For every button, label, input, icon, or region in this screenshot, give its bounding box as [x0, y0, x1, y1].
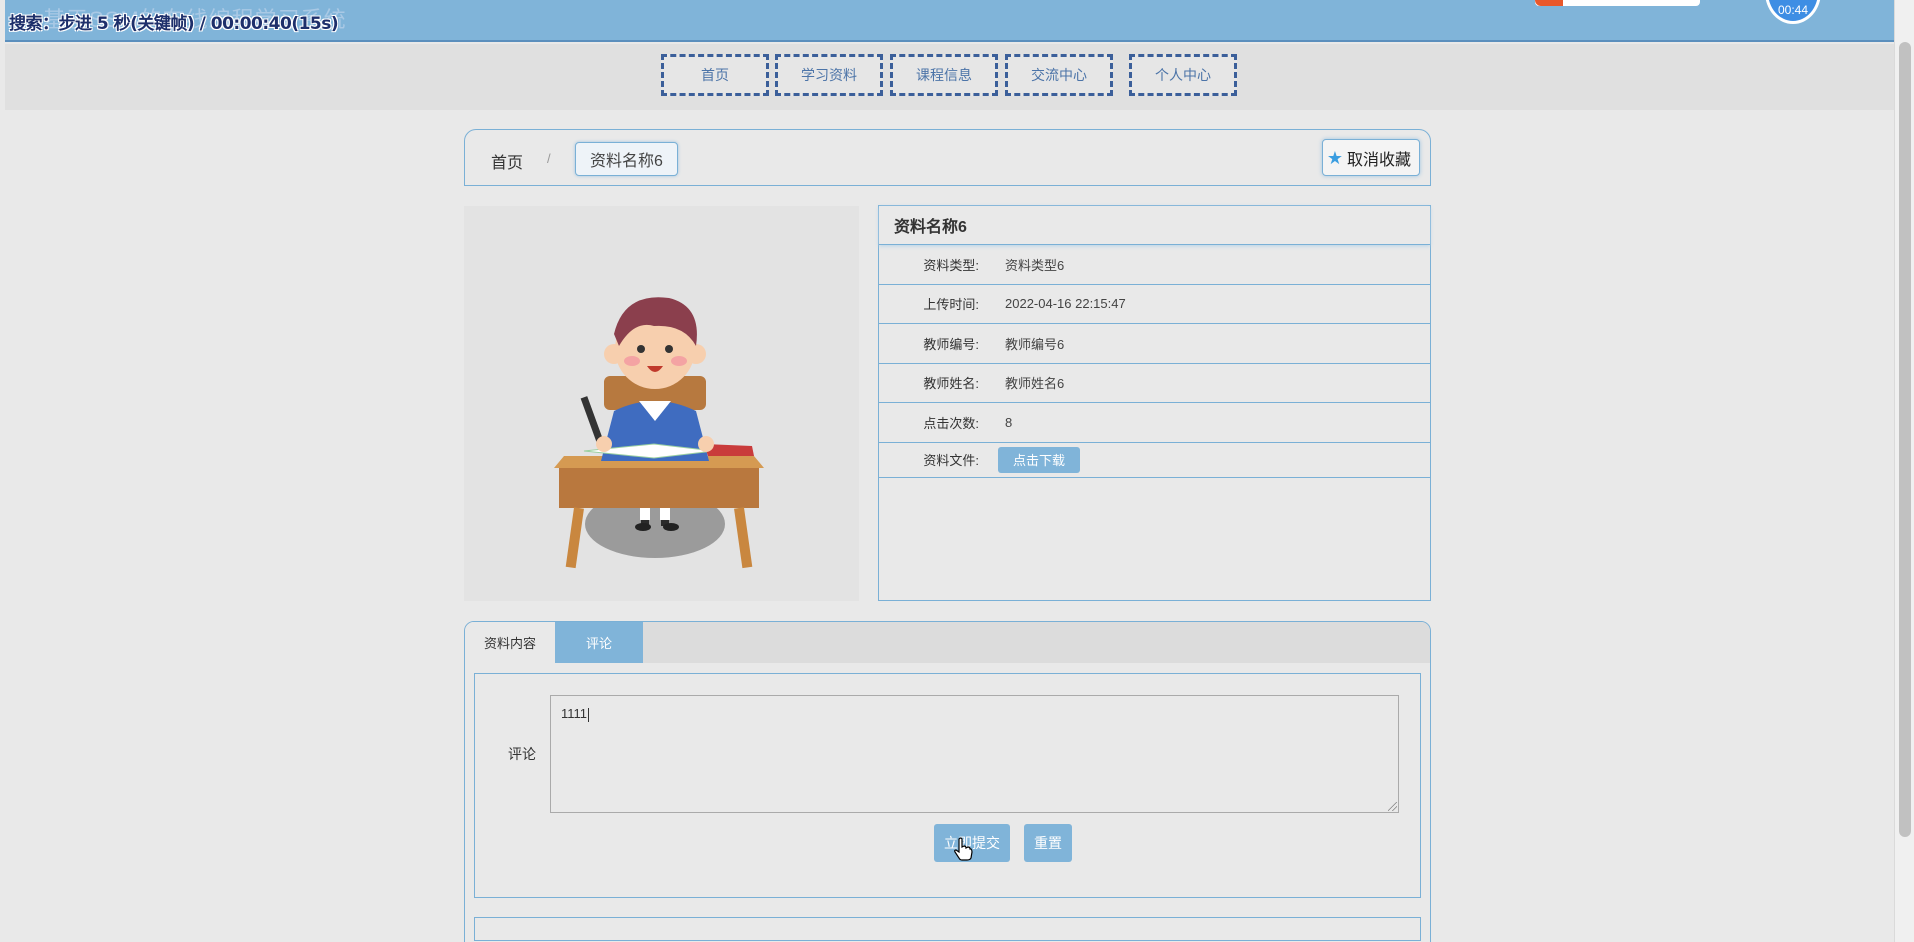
comment-text: 1111 — [561, 706, 588, 721]
tab-material-content[interactable]: 资料内容 — [465, 622, 556, 663]
detail-row-upload-time: 上传时间: 2022-04-16 22:15:47 — [879, 285, 1430, 324]
comment-label: 评论 — [508, 746, 536, 762]
detail-label: 资料文件: — [923, 453, 979, 468]
detail-value: 资料类型6 — [1005, 257, 1065, 273]
nav-item-personal-center[interactable]: 个人中心 — [1129, 54, 1237, 96]
page-scrollbar[interactable] — [1894, 0, 1914, 942]
detail-label: 上传时间: — [923, 297, 979, 313]
resize-grip-icon[interactable] — [1388, 802, 1397, 811]
detail-value: 教师姓名6 — [1005, 376, 1065, 392]
breadcrumb-separator: / — [547, 151, 551, 166]
student-at-desk-illustration — [554, 297, 764, 569]
nav-item-course-info[interactable]: 课程信息 — [890, 54, 998, 96]
detail-label: 教师编号: — [923, 336, 979, 352]
breadcrumb-current: 资料名称6 — [575, 142, 678, 176]
detail-row-file: 资料文件: 点击下载 — [879, 443, 1430, 478]
text-caret — [588, 707, 590, 722]
breadcrumb: 首页 / 资料名称6 ★ 取消收藏 — [464, 129, 1431, 186]
material-details-panel: 资料名称6 资料类型: 资料类型6 上传时间: 2022-04-16 22:15… — [878, 205, 1431, 601]
hand-cursor-icon — [954, 837, 973, 861]
comment-textarea[interactable]: 1111 — [550, 695, 1399, 813]
reset-button[interactable]: 重置 — [1024, 824, 1072, 862]
detail-row-teacher-id: 教师编号: 教师编号6 — [879, 324, 1430, 364]
unfavorite-button-label: 取消收藏 — [1346, 151, 1411, 169]
detail-row-type: 资料类型: 资料类型6 — [879, 245, 1430, 285]
nav-item-home[interactable]: 首页 — [661, 54, 769, 96]
nav-item-study-materials[interactable]: 学习资料 — [775, 54, 883, 96]
breadcrumb-home[interactable]: 首页 — [491, 149, 523, 173]
material-title: 资料名称6 — [879, 206, 1430, 245]
content-area — [474, 917, 1421, 941]
detail-label: 点击次数: — [923, 415, 979, 431]
detail-row-click-count: 点击次数: 8 — [879, 403, 1430, 443]
unfavorite-button[interactable]: ★ 取消收藏 — [1321, 139, 1420, 176]
download-button[interactable]: 点击下载 — [998, 446, 1081, 473]
avatar[interactable]: 00:44 — [1765, 0, 1821, 24]
star-icon: ★ — [1326, 147, 1343, 168]
tab-comments[interactable]: 评论 — [555, 622, 644, 663]
main-nav: 首页 学习资料 课程信息 交流中心 个人中心 — [5, 44, 1895, 110]
tab-bar: 资料内容 评论 — [465, 622, 1430, 663]
detail-value: 教师编号6 — [1005, 336, 1065, 352]
top-search-widget[interactable] — [1535, 0, 1700, 6]
material-image — [464, 206, 859, 601]
nav-item-forum[interactable]: 交流中心 — [1005, 54, 1113, 96]
detail-value: 2022-04-16 22:15:47 — [1005, 296, 1126, 312]
detail-row-teacher-name: 教师姓名: 教师姓名6 — [879, 364, 1430, 403]
detail-label: 资料类型: — [923, 257, 979, 273]
video-overlay-text: 搜索：步进 5 秒(关键帧) / 00:00:40(15s) — [9, 14, 339, 34]
detail-value: 8 — [1005, 414, 1013, 430]
detail-label: 教师姓名: — [923, 376, 979, 392]
content-tabs-panel: 资料内容 评论 评论 1111 立即提交 重置 — [464, 621, 1431, 942]
comment-form: 评论 1111 立即提交 重置 — [474, 673, 1421, 898]
scrollbar-thumb[interactable] — [1899, 42, 1911, 837]
top-header: 基于SSM的在线编程学习系统 搜索：步进 5 秒(关键帧) / 00:00:40… — [5, 0, 1895, 42]
